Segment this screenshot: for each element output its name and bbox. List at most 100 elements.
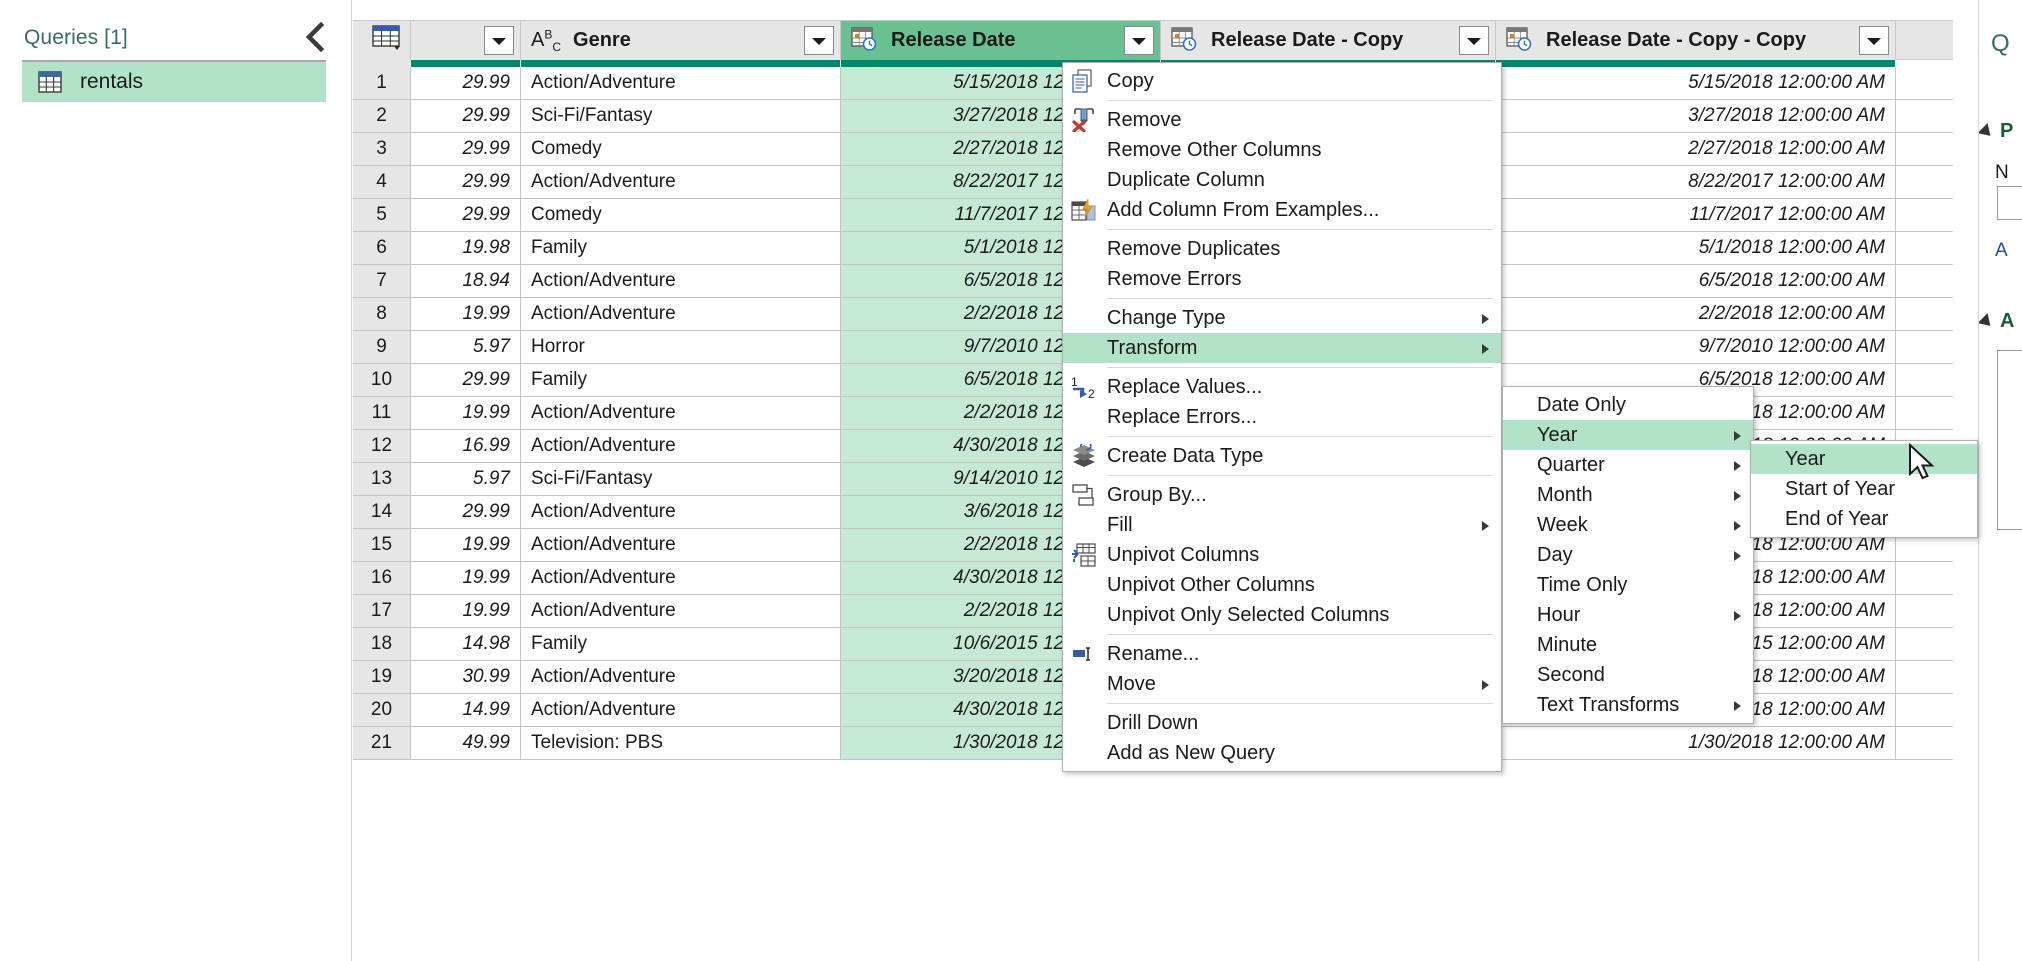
cell-price[interactable]: 30.99 — [411, 661, 521, 693]
cell-release_date_copy_copy[interactable]: 2/2/2018 12:00:00 AM — [1496, 298, 1896, 330]
menu-item-remove-other-columns[interactable]: Remove Other Columns — [1063, 135, 1501, 165]
cell-price[interactable]: 19.99 — [411, 529, 521, 561]
year-item-end-of-year[interactable]: End of Year — [1751, 504, 1977, 534]
cell-genre[interactable]: Action/Adventure — [521, 298, 841, 330]
column-filter-dropdown-genre[interactable] — [804, 26, 834, 55]
cell-genre[interactable]: Sci-Fi/Fantasy — [521, 463, 841, 495]
menu-item-fill[interactable]: Fill — [1063, 510, 1501, 540]
cell-release_date_copy_copy[interactable]: 5/15/2018 12:00:00 AM — [1496, 67, 1896, 99]
year-item-start-of-year[interactable]: Start of Year — [1751, 474, 1977, 504]
settings-all-properties-link[interactable]: A — [1995, 240, 2008, 262]
column-filter-dropdown-release_date[interactable] — [1124, 26, 1154, 55]
cell-rownum[interactable]: 17 — [353, 595, 411, 627]
cell-genre[interactable]: Action/Adventure — [521, 694, 841, 726]
transform-item-second[interactable]: Second — [1503, 660, 1753, 690]
cell-price[interactable]: 29.99 — [411, 133, 521, 165]
cell-price[interactable]: 29.99 — [411, 199, 521, 231]
column-header-release_date_copy_copy[interactable]: Release Date - Copy - Copy — [1496, 21, 1896, 60]
cell-genre[interactable]: Action/Adventure — [521, 67, 841, 99]
year-submenu[interactable]: Year Start of Year End of Year — [1750, 440, 1978, 538]
cell-rownum[interactable]: 9 — [353, 331, 411, 363]
settings-section-properties[interactable]: P — [1979, 120, 2013, 143]
menu-item-unpivot-other-columns[interactable]: Unpivot Other Columns — [1063, 570, 1501, 600]
transform-item-day[interactable]: Day — [1503, 540, 1753, 570]
cell-price[interactable]: 29.99 — [411, 166, 521, 198]
cell-rownum[interactable]: 5 — [353, 199, 411, 231]
cell-genre[interactable]: Family — [521, 232, 841, 264]
cell-rownum[interactable]: 20 — [353, 694, 411, 726]
cell-rownum[interactable]: 12 — [353, 430, 411, 462]
column-header-genre[interactable]: ABC Genre — [521, 21, 841, 60]
transform-item-month[interactable]: Month — [1503, 480, 1753, 510]
cell-genre[interactable]: Action/Adventure — [521, 661, 841, 693]
menu-item-replace-values[interactable]: 1 2 Replace Values... — [1063, 372, 1501, 402]
cell-genre[interactable]: Horror — [521, 331, 841, 363]
menu-item-group-by[interactable]: Group By... — [1063, 480, 1501, 510]
cell-release_date_copy_copy[interactable]: 9/7/2010 12:00:00 AM — [1496, 331, 1896, 363]
menu-item-drill-down[interactable]: Drill Down — [1063, 708, 1501, 738]
cell-rownum[interactable]: 3 — [353, 133, 411, 165]
menu-item-copy[interactable]: Copy — [1063, 66, 1501, 96]
menu-item-transform[interactable]: Transform — [1063, 333, 1501, 363]
menu-item-remove[interactable]: Remove — [1063, 105, 1501, 135]
cell-price[interactable]: 5.97 — [411, 463, 521, 495]
cell-rownum[interactable]: 10 — [353, 364, 411, 396]
cell-rownum[interactable]: 14 — [353, 496, 411, 528]
cell-rownum[interactable]: 1 — [353, 67, 411, 99]
cell-price[interactable]: 14.99 — [411, 694, 521, 726]
menu-item-remove-duplicates[interactable]: Remove Duplicates — [1063, 234, 1501, 264]
cell-price[interactable]: 29.99 — [411, 100, 521, 132]
cell-release_date_copy_copy[interactable]: 8/22/2017 12:00:00 AM — [1496, 166, 1896, 198]
transform-item-hour[interactable]: Hour — [1503, 600, 1753, 630]
chevron-left-icon[interactable] — [301, 22, 327, 52]
column-filter-dropdown-release_date_copy_copy[interactable] — [1859, 26, 1889, 55]
menu-item-replace-errors[interactable]: Replace Errors... — [1063, 402, 1501, 432]
cell-rownum[interactable]: 2 — [353, 100, 411, 132]
settings-section-applied-steps[interactable]: A — [1979, 310, 2014, 333]
menu-item-unpivot-columns[interactable]: Unpivot Columns — [1063, 540, 1501, 570]
cell-price[interactable]: 19.99 — [411, 595, 521, 627]
cell-price[interactable]: 19.98 — [411, 232, 521, 264]
menu-item-add-column-from-examples[interactable]: Add Column From Examples... — [1063, 195, 1501, 225]
cell-price[interactable]: 49.99 — [411, 727, 521, 759]
cell-price[interactable]: 19.99 — [411, 397, 521, 429]
year-item-year[interactable]: Year — [1751, 444, 1977, 474]
settings-name-input[interactable] — [1997, 186, 2022, 220]
cell-genre[interactable]: Action/Adventure — [521, 595, 841, 627]
cell-genre[interactable]: Comedy — [521, 133, 841, 165]
menu-item-move[interactable]: Move — [1063, 669, 1501, 699]
transform-submenu[interactable]: Date Only Year Quarter Month Week Day Time Onl… — [1502, 386, 1754, 724]
cell-rownum[interactable]: 7 — [353, 265, 411, 297]
cell-genre[interactable]: Action/Adventure — [521, 430, 841, 462]
column-header-price[interactable] — [411, 21, 521, 60]
menu-item-rename[interactable]: Rename... — [1063, 639, 1501, 669]
cell-genre[interactable]: Action/Adventure — [521, 529, 841, 561]
cell-price[interactable]: 14.98 — [411, 628, 521, 660]
cell-rownum[interactable]: 6 — [353, 232, 411, 264]
cell-genre[interactable]: Action/Adventure — [521, 562, 841, 594]
cell-genre[interactable]: Family — [521, 364, 841, 396]
cell-rownum[interactable]: 13 — [353, 463, 411, 495]
transform-item-year[interactable]: Year — [1503, 420, 1753, 450]
menu-item-remove-errors[interactable]: Remove Errors — [1063, 264, 1501, 294]
menu-item-unpivot-only-selected-columns[interactable]: Unpivot Only Selected Columns — [1063, 600, 1501, 630]
cell-price[interactable]: 19.99 — [411, 562, 521, 594]
column-header-rownum[interactable] — [353, 21, 411, 60]
cell-rownum[interactable]: 16 — [353, 562, 411, 594]
cell-price[interactable]: 29.99 — [411, 364, 521, 396]
cell-genre[interactable]: Action/Adventure — [521, 397, 841, 429]
cell-rownum[interactable]: 8 — [353, 298, 411, 330]
cell-rownum[interactable]: 18 — [353, 628, 411, 660]
cell-price[interactable]: 5.97 — [411, 331, 521, 363]
cell-price[interactable]: 29.99 — [411, 496, 521, 528]
column-header-release_date_copy[interactable]: Release Date - Copy — [1161, 21, 1496, 60]
transform-item-time-only[interactable]: Time Only — [1503, 570, 1753, 600]
cell-rownum[interactable]: 4 — [353, 166, 411, 198]
column-header-release_date[interactable]: Release Date — [841, 21, 1161, 60]
cell-genre[interactable]: Action/Adventure — [521, 265, 841, 297]
column-context-menu[interactable]: Copy Remove Remove Other Columns Duplicate … — [1062, 62, 1502, 772]
cell-genre[interactable]: Comedy — [521, 199, 841, 231]
transform-item-week[interactable]: Week — [1503, 510, 1753, 540]
transform-item-text-transforms[interactable]: Text Transforms — [1503, 690, 1753, 720]
cell-rownum[interactable]: 15 — [353, 529, 411, 561]
